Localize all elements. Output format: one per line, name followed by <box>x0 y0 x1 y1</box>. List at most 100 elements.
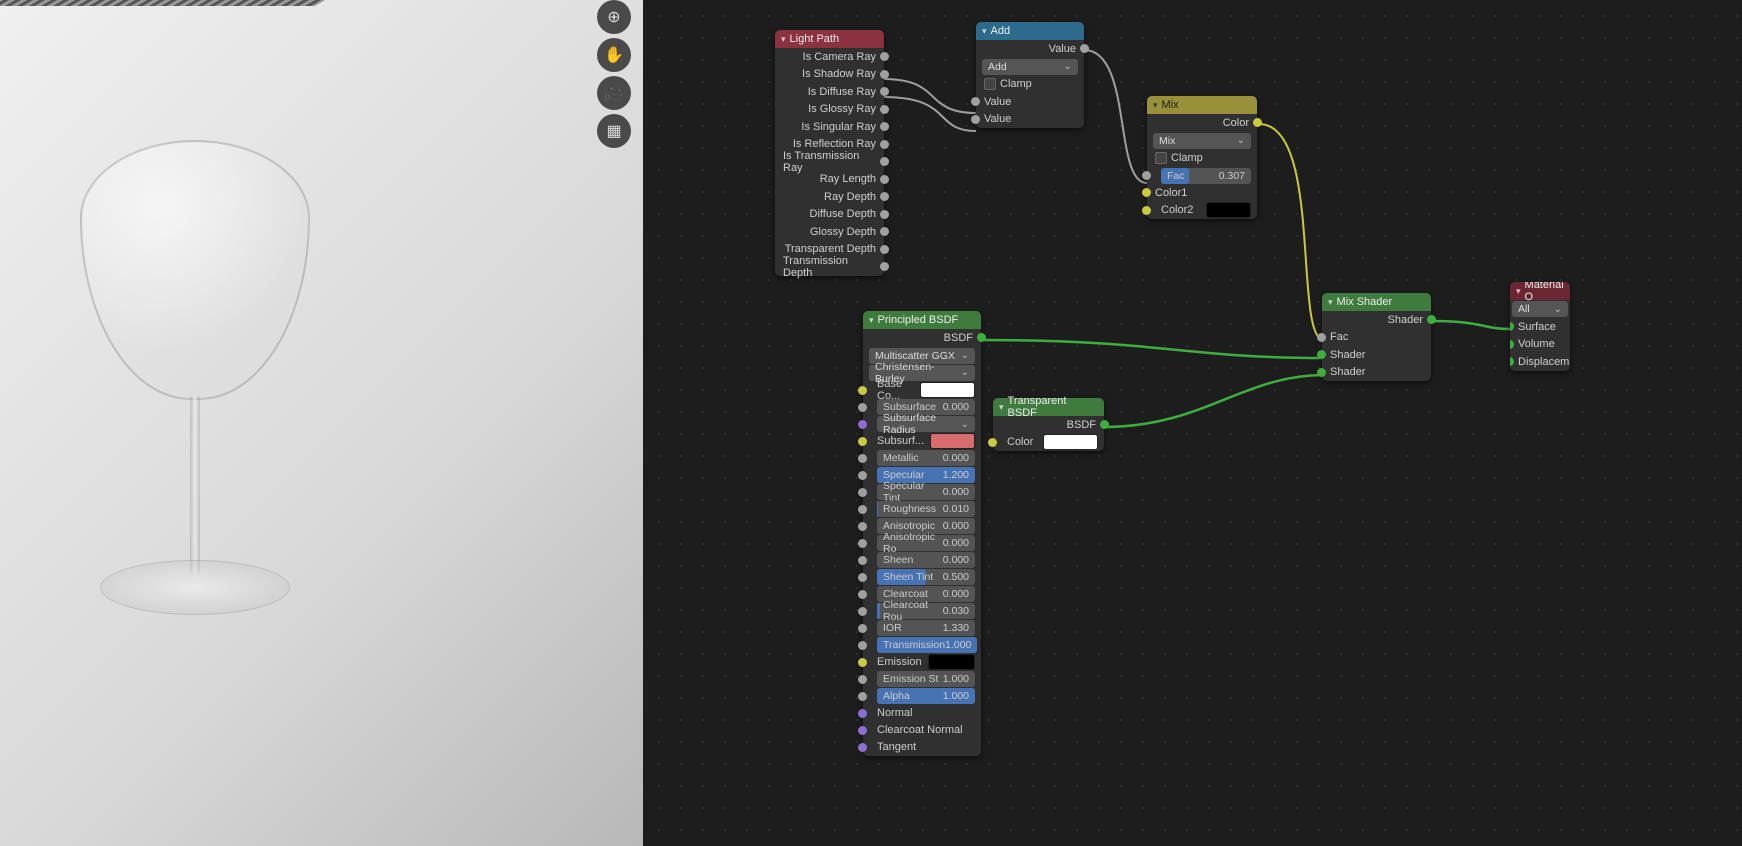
value-slider[interactable]: Alpha1.000 <box>877 688 975 704</box>
blend-mode-select[interactable]: Mix <box>1153 133 1251 149</box>
socket-in[interactable] <box>858 488 867 497</box>
value-slider[interactable]: Metallic0.000 <box>877 450 975 466</box>
node-material-output[interactable]: ▾Material O All SurfaceVolumeDisplacemen… <box>1510 282 1570 371</box>
output-value: Value <box>1049 43 1076 55</box>
checker-corner <box>0 0 325 6</box>
socket-in[interactable] <box>1510 357 1514 366</box>
socket-in[interactable] <box>858 675 867 684</box>
node-editor[interactable]: ▾Light Path Is Camera RayIs Shadow RayIs… <box>643 0 1742 846</box>
chevron-down-icon: ▾ <box>869 315 874 326</box>
fac-slider[interactable]: Fac0.307 <box>1161 168 1251 184</box>
socket-in[interactable] <box>858 505 867 514</box>
socket-out[interactable] <box>1100 420 1109 429</box>
output-label: Ray Depth <box>824 191 876 203</box>
socket-in[interactable] <box>1142 171 1151 180</box>
socket-out[interactable] <box>1080 44 1089 53</box>
socket-in[interactable] <box>858 658 867 667</box>
render-viewport[interactable]: ⊕ ✋ 🎥 ▦ <box>0 0 643 846</box>
socket-in[interactable] <box>858 641 867 650</box>
camera-icon[interactable]: 🎥 <box>597 76 631 110</box>
color-swatch[interactable] <box>920 382 975 398</box>
socket-in[interactable] <box>858 437 867 446</box>
node-mix-rgb[interactable]: ▾Mix Color Mix Clamp Fac0.307 Color1 Col… <box>1147 96 1257 219</box>
chevron-down-icon: ▾ <box>999 402 1004 413</box>
socket-out[interactable] <box>1253 118 1262 127</box>
socket-out[interactable] <box>880 122 889 131</box>
zoom-icon[interactable]: ⊕ <box>597 0 631 34</box>
math-mode-select[interactable]: Add <box>982 59 1078 75</box>
socket-in[interactable] <box>858 726 867 735</box>
value-slider[interactable]: Transmission1.000 <box>877 637 977 653</box>
value-slider[interactable]: Emission St1.000 <box>877 671 975 687</box>
grid-icon[interactable]: ▦ <box>597 114 631 148</box>
value-slider[interactable]: Anisotropic Ro0.000 <box>877 535 975 551</box>
socket-in[interactable] <box>1510 322 1514 331</box>
socket-out[interactable] <box>977 333 986 342</box>
node-principled-bsdf[interactable]: ▾Principled BSDF BSDF Multiscatter GGX C… <box>863 311 981 756</box>
socket-out[interactable] <box>1427 315 1436 324</box>
socket-out[interactable] <box>880 227 889 236</box>
socket-in[interactable] <box>1142 206 1151 215</box>
socket-in[interactable] <box>1317 350 1326 359</box>
node-light-path[interactable]: ▾Light Path Is Camera RayIs Shadow RayIs… <box>775 30 884 276</box>
socket-in[interactable] <box>858 556 867 565</box>
color-swatch[interactable] <box>928 654 975 670</box>
socket-in[interactable] <box>971 97 980 106</box>
value-slider[interactable]: Subsurface0.000 <box>877 399 975 415</box>
output-target-select[interactable]: All <box>1512 301 1568 317</box>
socket-in[interactable] <box>858 607 867 616</box>
output-label: Is Reflection Ray <box>793 138 876 150</box>
socket-out[interactable] <box>880 140 889 149</box>
socket-in[interactable] <box>1317 368 1326 377</box>
output-label: Is Glossy Ray <box>808 103 876 115</box>
socket-out[interactable] <box>880 87 889 96</box>
socket-in[interactable] <box>858 403 867 412</box>
socket-in[interactable] <box>858 692 867 701</box>
socket-in[interactable] <box>858 539 867 548</box>
clamp-checkbox[interactable] <box>1155 152 1167 164</box>
socket-in[interactable] <box>1317 333 1326 342</box>
socket-out[interactable] <box>880 262 889 271</box>
pan-icon[interactable]: ✋ <box>597 38 631 72</box>
socket-in[interactable] <box>858 454 867 463</box>
socket-in[interactable] <box>858 573 867 582</box>
transparent-color-swatch[interactable] <box>1043 434 1098 450</box>
color2-swatch[interactable] <box>1206 202 1251 218</box>
node-math-add[interactable]: ▾Add Value Add Clamp Value Value <box>976 22 1084 128</box>
clamp-checkbox[interactable] <box>984 78 996 90</box>
output-label: Is Singular Ray <box>801 121 876 133</box>
rendered-wine-glass <box>80 140 310 620</box>
socket-in[interactable] <box>858 624 867 633</box>
socket-in[interactable] <box>971 115 980 124</box>
socket-in[interactable] <box>858 471 867 480</box>
socket-in[interactable] <box>1142 188 1151 197</box>
socket-in[interactable] <box>988 438 997 447</box>
socket-in[interactable] <box>858 590 867 599</box>
node-title: Add <box>991 25 1011 37</box>
socket-in[interactable] <box>858 386 867 395</box>
socket-out[interactable] <box>880 210 889 219</box>
socket-in[interactable] <box>1510 340 1514 349</box>
node-mix-shader[interactable]: ▾Mix Shader Shader Fac Shader Shader <box>1322 293 1431 381</box>
value-slider[interactable]: Roughness0.010 <box>877 501 975 517</box>
socket-out[interactable] <box>880 105 889 114</box>
output-label: Transparent Depth <box>785 243 876 255</box>
dropdown[interactable]: Subsurface Radius <box>877 416 975 432</box>
socket-in[interactable] <box>858 709 867 718</box>
socket-out[interactable] <box>880 52 889 61</box>
value-slider[interactable]: Clearcoat Rou0.030 <box>877 603 975 619</box>
value-slider[interactable]: Sheen Tint0.500 <box>877 569 975 585</box>
value-slider[interactable]: Specular Tint0.000 <box>877 484 975 500</box>
node-transparent-bsdf[interactable]: ▾Transparent BSDF BSDF Color <box>993 398 1104 451</box>
socket-out[interactable] <box>880 192 889 201</box>
socket-out[interactable] <box>880 245 889 254</box>
socket-out[interactable] <box>880 70 889 79</box>
socket-in[interactable] <box>858 420 867 429</box>
socket-out[interactable] <box>880 157 889 166</box>
socket-in[interactable] <box>858 522 867 531</box>
socket-out[interactable] <box>880 175 889 184</box>
color-swatch[interactable] <box>930 433 975 449</box>
chevron-down-icon: ▾ <box>781 34 786 45</box>
chevron-down-icon: ▾ <box>1328 297 1333 308</box>
socket-in[interactable] <box>858 743 867 752</box>
